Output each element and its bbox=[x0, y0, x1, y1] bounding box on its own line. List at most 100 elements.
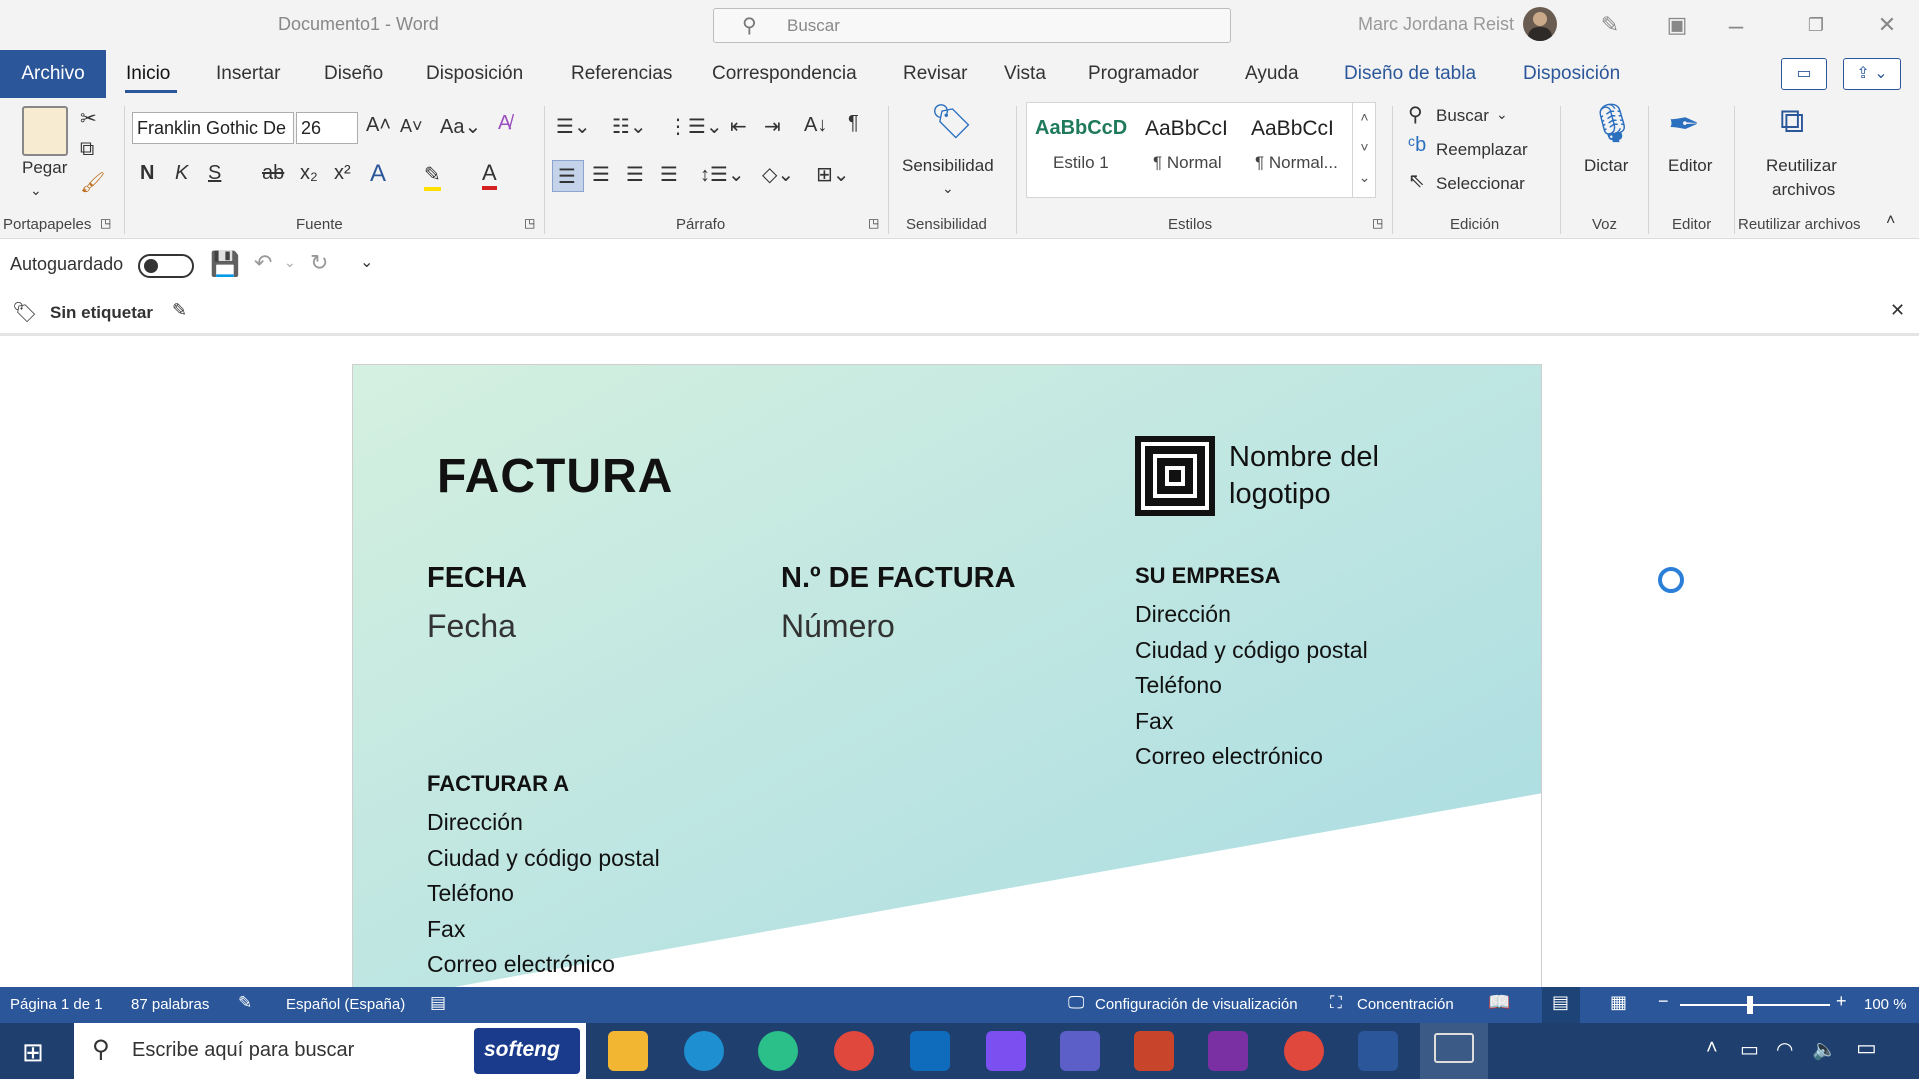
word-icon[interactable] bbox=[1358, 1031, 1398, 1071]
display-settings[interactable]: Configuración de visualización bbox=[1095, 996, 1298, 1013]
tab-diseno-de-tabla[interactable]: Diseño de tabla bbox=[1344, 63, 1476, 85]
web-layout-icon[interactable]: ▦ bbox=[1610, 992, 1627, 1013]
editor-button[interactable]: Editor bbox=[1668, 156, 1712, 176]
chevron-down-icon[interactable]: ⌄ bbox=[284, 254, 296, 271]
close-icon[interactable]: ✕ bbox=[1890, 300, 1905, 321]
change-case-icon[interactable]: Aa⌄ bbox=[440, 114, 481, 139]
bullets-icon[interactable]: ☰⌄ bbox=[556, 114, 591, 139]
company-phone[interactable]: Teléfono bbox=[1135, 668, 1368, 704]
zoom-level[interactable]: 100 % bbox=[1864, 996, 1907, 1013]
tab-archivo[interactable]: Archivo bbox=[0, 50, 106, 98]
reuse-files-icon[interactable]: ⧉ bbox=[1780, 102, 1804, 141]
notifications-icon[interactable]: ▭ bbox=[1856, 1035, 1877, 1061]
tab-programador[interactable]: Programador bbox=[1088, 63, 1199, 85]
file-explorer-icon[interactable] bbox=[608, 1031, 648, 1071]
borders-icon[interactable]: ⊞⌄ bbox=[816, 162, 850, 187]
date-value[interactable]: Fecha bbox=[427, 608, 516, 645]
text-effects-icon[interactable]: A bbox=[370, 160, 386, 188]
snipping-tool-task[interactable] bbox=[1420, 1023, 1488, 1079]
select-button[interactable]: Seleccionar bbox=[1436, 174, 1525, 194]
comments-button[interactable]: ▭ bbox=[1781, 58, 1827, 90]
onenote-icon[interactable] bbox=[1208, 1031, 1248, 1071]
company-email[interactable]: Correo electrónico bbox=[1135, 739, 1368, 775]
reuse-files-button[interactable]: Reutilizar bbox=[1766, 156, 1837, 176]
highlight-icon[interactable]: ✎ bbox=[424, 162, 441, 191]
tab-disposicion-tabla[interactable]: Disposición bbox=[1523, 63, 1620, 85]
company-fax[interactable]: Fax bbox=[1135, 704, 1368, 740]
align-right-icon[interactable]: ☰ bbox=[626, 162, 644, 187]
search-box[interactable]: ⚲ Buscar bbox=[713, 8, 1231, 43]
wifi-icon[interactable]: ◠ bbox=[1776, 1037, 1793, 1062]
dialog-launcher-icon[interactable]: ◳ bbox=[100, 216, 111, 230]
powerpoint-icon[interactable] bbox=[1134, 1031, 1174, 1071]
collapse-ribbon-icon[interactable]: ˄ bbox=[1886, 212, 1895, 230]
bold-button[interactable]: N bbox=[140, 162, 154, 185]
billto-city[interactable]: Ciudad y código postal bbox=[427, 841, 660, 877]
paste-icon[interactable] bbox=[22, 106, 68, 156]
teams-icon[interactable] bbox=[1060, 1031, 1100, 1071]
dialog-launcher-icon[interactable]: ◳ bbox=[524, 216, 535, 230]
find-button[interactable]: Buscar bbox=[1436, 106, 1489, 126]
format-painter-icon[interactable]: 🖌 bbox=[80, 170, 105, 195]
invoice-number-value[interactable]: Número bbox=[781, 608, 895, 645]
grow-font-icon[interactable]: A˄ bbox=[366, 114, 391, 137]
billto-email[interactable]: Correo electrónico bbox=[427, 947, 660, 983]
numbering-icon[interactable]: ☷⌄ bbox=[612, 114, 647, 139]
shrink-font-icon[interactable]: A˅ bbox=[400, 116, 423, 137]
multilevel-list-icon[interactable]: ⋮☰⌄ bbox=[668, 114, 723, 139]
underline-button[interactable]: S bbox=[208, 162, 221, 185]
subscript-icon[interactable]: x₂ bbox=[300, 162, 318, 185]
restore-icon[interactable]: ❐ bbox=[1801, 10, 1831, 40]
undo-icon[interactable]: ↶ bbox=[254, 250, 272, 276]
print-layout-button[interactable]: ▤ bbox=[1542, 987, 1580, 1023]
styles-gallery[interactable]: AaBbCcD Estilo 1 AaBbCcI ¶ Normal AaBbCc… bbox=[1026, 102, 1376, 198]
zoom-out-icon[interactable]: − bbox=[1658, 991, 1669, 1012]
align-left-button[interactable]: ☰ bbox=[552, 160, 584, 192]
tab-correspondencia[interactable]: Correspondencia bbox=[712, 63, 857, 85]
pen-icon[interactable]: ✎ bbox=[1595, 10, 1625, 40]
minimize-icon[interactable]: – bbox=[1721, 10, 1751, 40]
tab-ayuda[interactable]: Ayuda bbox=[1245, 63, 1299, 85]
font-color-icon[interactable]: A bbox=[482, 160, 497, 190]
strikethrough-icon[interactable]: ab bbox=[262, 162, 284, 185]
replace-button[interactable]: Reemplazar bbox=[1436, 140, 1528, 160]
align-center-icon[interactable]: ☰ bbox=[592, 162, 610, 187]
close-icon[interactable]: ✕ bbox=[1872, 10, 1902, 40]
dictate-button[interactable]: Dictar bbox=[1584, 156, 1628, 176]
windows-start-icon[interactable]: ⊞ bbox=[22, 1037, 44, 1068]
pencil-icon[interactable]: ✎ bbox=[172, 300, 187, 321]
redo-icon[interactable]: ↻ bbox=[310, 250, 328, 276]
style-normal[interactable]: ¶ Normal bbox=[1153, 153, 1222, 173]
user-name[interactable]: Marc Jordana Reist bbox=[1358, 14, 1514, 35]
tab-disposicion[interactable]: Disposición bbox=[426, 63, 523, 85]
sensitivity-label[interactable]: Sin etiquetar bbox=[50, 303, 153, 323]
sensitivity-button[interactable]: Sensibilidad bbox=[902, 156, 994, 176]
taskbar-search[interactable]: ⚲ Escribe aquí para buscar softeng bbox=[74, 1023, 586, 1079]
tab-referencias[interactable]: Referencias bbox=[571, 63, 672, 85]
obsidian-icon[interactable] bbox=[986, 1031, 1026, 1071]
zoom-in-icon[interactable]: + bbox=[1836, 991, 1847, 1012]
style-estilo-1[interactable]: Estilo 1 bbox=[1053, 153, 1109, 173]
paste-button[interactable]: Pegar bbox=[22, 158, 67, 178]
billto-fax[interactable]: Fax bbox=[427, 912, 660, 948]
superscript-icon[interactable]: x² bbox=[334, 162, 351, 185]
dialog-launcher-icon[interactable]: ◳ bbox=[868, 216, 879, 230]
copy-icon[interactable]: ⧉ bbox=[80, 138, 94, 161]
volume-icon[interactable]: 🔈 bbox=[1812, 1037, 1837, 1062]
chevron-up-icon[interactable]: ˄ bbox=[1706, 1037, 1718, 1060]
outlook-icon[interactable] bbox=[910, 1031, 950, 1071]
ribbon-display-icon[interactable]: ▣ bbox=[1662, 10, 1692, 40]
billto-phone[interactable]: Teléfono bbox=[427, 876, 660, 912]
styles-scroll[interactable]: ˄ ˅ ⌄ bbox=[1352, 102, 1376, 198]
avatar[interactable] bbox=[1523, 7, 1557, 41]
zoom-slider[interactable] bbox=[1680, 1004, 1830, 1006]
shading-icon[interactable]: ◇⌄ bbox=[762, 162, 794, 187]
zoom-slider-thumb[interactable] bbox=[1747, 996, 1753, 1014]
editor-icon[interactable]: ✒ bbox=[1668, 102, 1700, 147]
company-city[interactable]: Ciudad y código postal bbox=[1135, 633, 1368, 669]
save-icon[interactable]: 💾 bbox=[210, 250, 240, 279]
increase-indent-icon[interactable]: ⇥ bbox=[764, 114, 781, 139]
sort-icon[interactable]: A↓ bbox=[804, 114, 827, 137]
document-page[interactable]: FACTURA Nombre del logotipo FECHA Fecha … bbox=[352, 364, 1542, 987]
company-address[interactable]: Dirección bbox=[1135, 597, 1368, 633]
